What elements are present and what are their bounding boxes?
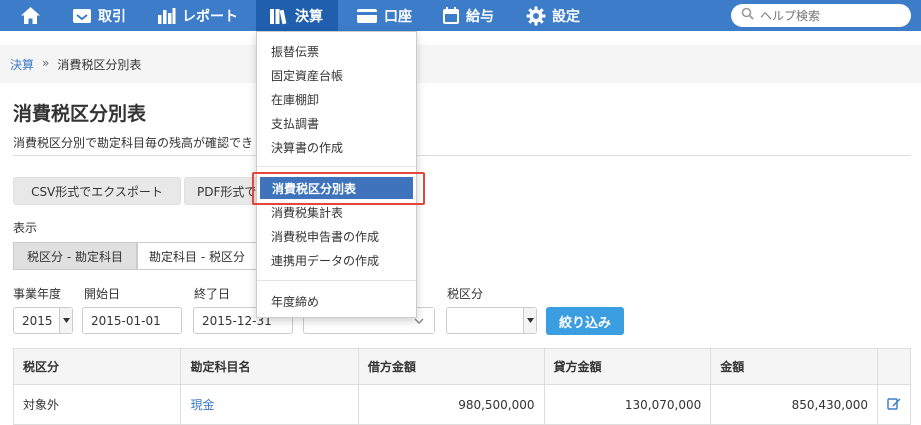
breadcrumb-separator: » — [42, 56, 50, 70]
inbox-icon — [72, 7, 92, 25]
header-tax-category[interactable]: 税区分 — [12, 348, 182, 385]
start-date-label: 開始日 — [84, 287, 121, 301]
nav-closing[interactable]: 決算 — [256, 0, 338, 31]
nav-payroll[interactable]: 給与 — [442, 0, 494, 31]
csv-export-button[interactable]: CSV形式でエクスポート — [13, 177, 181, 205]
fiscal-year-select[interactable]: 2015 — [13, 307, 73, 334]
breadcrumb-parent-link[interactable]: 決算 — [10, 56, 34, 73]
header-account-name[interactable]: 勘定科目名 — [180, 348, 359, 385]
tax-category-select[interactable] — [446, 307, 537, 334]
menu-item-payment-report[interactable]: 支払調書 — [257, 112, 416, 134]
search-icon — [741, 7, 754, 24]
nav-settings-label: 設定 — [552, 8, 580, 25]
breadcrumb-current: 消費税区分別表 — [57, 58, 142, 72]
table-row: 対象外 現金 980,500,000 130,070,000 850,430,0… — [12, 384, 912, 425]
nav-reports-label: レポート — [182, 8, 238, 25]
header-credit[interactable]: 貸方金額 — [543, 348, 712, 385]
fiscal-year-label: 事業年度 — [13, 287, 62, 301]
menu-item-fixed-asset-ledger[interactable]: 固定資産台帳 — [257, 64, 416, 86]
menu-item-inventory[interactable]: 在庫棚卸 — [257, 88, 416, 110]
display-toggle-account-tax[interactable]: 勘定科目 - 税区分 — [137, 242, 267, 270]
menu-item-tax-return[interactable]: 消費税申告書の作成 — [257, 225, 416, 247]
menu-item-integration-data[interactable]: 連携用データの作成 — [257, 249, 416, 271]
highlight-annotation-box — [252, 172, 425, 205]
gear-icon — [526, 6, 546, 26]
nav-home[interactable] — [20, 0, 44, 31]
cell-credit: 130,070,000 — [543, 384, 712, 425]
nav-transactions[interactable]: 取引 — [72, 0, 126, 31]
header-actions — [876, 348, 912, 385]
chevron-down-icon — [59, 308, 72, 333]
cell-debit: 980,500,000 — [357, 384, 545, 425]
help-search-input[interactable] — [760, 8, 900, 23]
display-toggle-tax-account[interactable]: 税区分 - 勘定科目 — [13, 242, 137, 270]
calendar-icon — [442, 6, 460, 25]
chevron-down-icon — [523, 308, 536, 333]
table-header-row: 税区分 勘定科目名 借方金額 貸方金額 金額 — [12, 348, 912, 385]
menu-item-year-end-close[interactable]: 年度締め — [257, 290, 416, 312]
menu-divider — [257, 280, 416, 281]
menu-item-transfer-slip[interactable]: 振替伝票 — [257, 40, 416, 62]
nav-payroll-label: 給与 — [466, 8, 494, 25]
cell-account-name: 現金 — [180, 384, 359, 425]
divider — [13, 155, 911, 156]
home-icon — [20, 6, 41, 25]
filter-submit-button[interactable]: 絞り込み — [546, 307, 624, 335]
help-search[interactable] — [731, 4, 911, 27]
card-icon — [356, 8, 378, 24]
menu-item-financial-statements[interactable]: 決算書の作成 — [257, 136, 416, 158]
cell-actions — [876, 384, 912, 425]
header-debit[interactable]: 借方金額 — [357, 348, 545, 385]
nav-reports[interactable]: レポート — [157, 0, 238, 31]
start-date-input[interactable]: 2015-01-01 — [82, 307, 182, 334]
page-title: 消費税区分別表 — [13, 103, 147, 125]
bar-chart-icon — [157, 7, 176, 25]
books-icon — [269, 7, 289, 25]
header-amount[interactable]: 金額 — [710, 348, 878, 385]
nav-settings[interactable]: 設定 — [526, 0, 580, 31]
page-description: 消費税区分別で勘定科目毎の残高が確認でき — [13, 136, 254, 150]
tax-category-label: 税区分 — [447, 287, 484, 301]
breadcrumb: 決算 » 消費税区分別表 — [10, 56, 141, 73]
menu-divider — [257, 166, 416, 167]
end-date-label: 終了日 — [194, 287, 231, 301]
display-label: 表示 — [13, 221, 38, 235]
cell-tax-category: 対象外 — [12, 384, 182, 425]
nav-closing-label: 決算 — [295, 8, 323, 25]
cell-amount: 850,430,000 — [710, 384, 878, 425]
nav-accounts[interactable]: 口座 — [356, 0, 412, 31]
nav-transactions-label: 取引 — [98, 8, 126, 25]
top-navbar: 取引 レポート 決算 口座 給与 設定 — [0, 0, 921, 31]
nav-accounts-label: 口座 — [384, 8, 412, 25]
account-link[interactable]: 現金 — [190, 398, 214, 412]
fiscal-year-value: 2015 — [22, 313, 53, 328]
edit-icon[interactable] — [887, 397, 901, 413]
results-table: 税区分 勘定科目名 借方金額 貸方金額 金額 対象外 現金 980,500,00… — [12, 348, 912, 425]
